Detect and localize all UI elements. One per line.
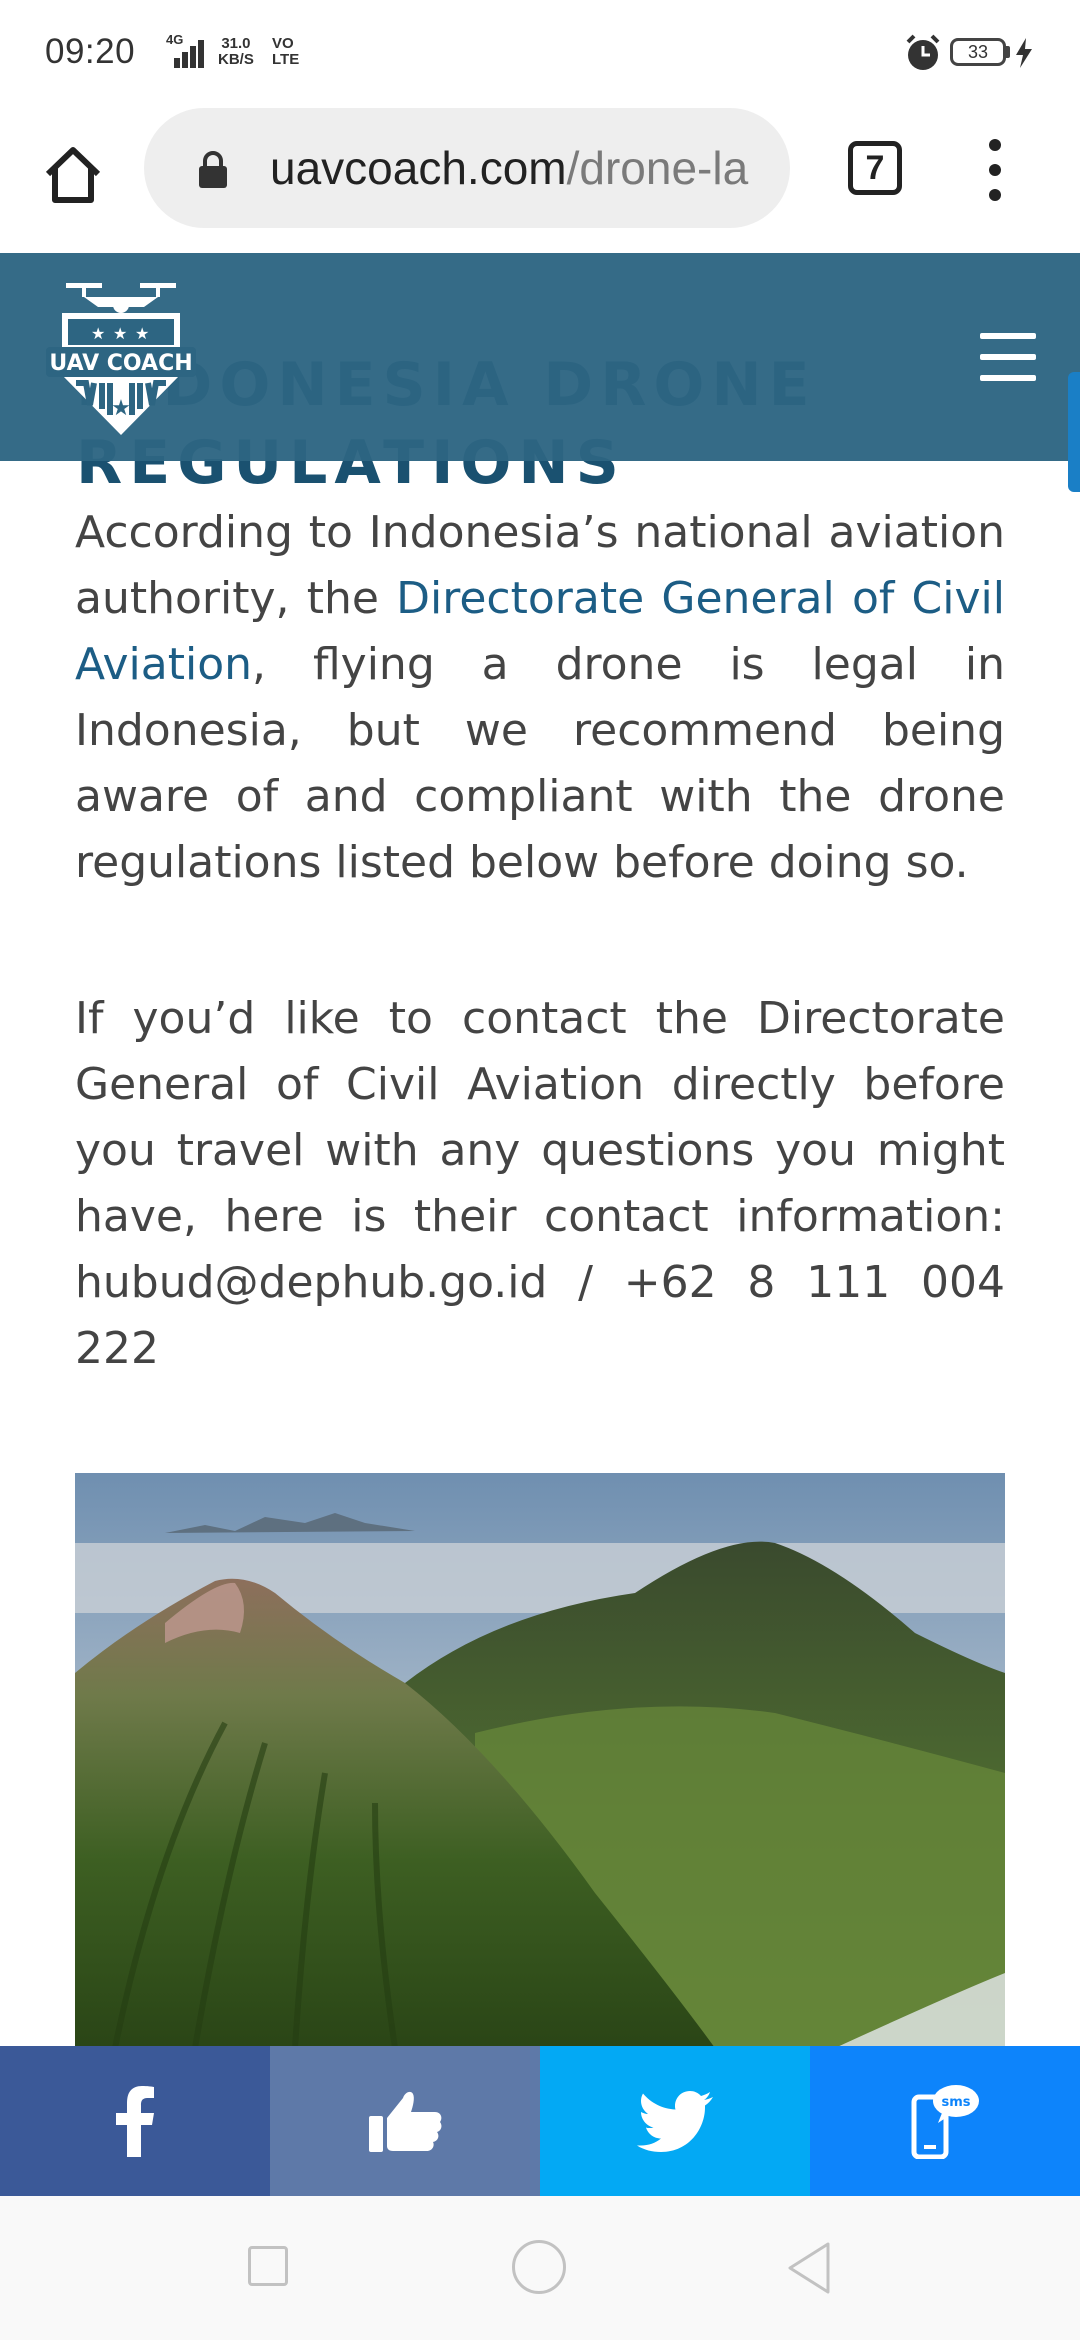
side-edge-tab[interactable] [1068, 372, 1080, 492]
sms-icon: sms [911, 2085, 979, 2159]
twitter-share-button[interactable] [540, 2046, 810, 2196]
volte-indicator: VO LTE [272, 36, 299, 68]
url-domain: uavcoach.com [270, 142, 567, 194]
facebook-share-button[interactable] [0, 2046, 270, 2196]
browser-toolbar: uavcoach.com/drone-la 7 [0, 105, 1080, 253]
svg-text:★: ★ [91, 324, 105, 343]
hamburger-menu-icon[interactable] [980, 333, 1036, 381]
svg-text:★: ★ [113, 324, 127, 343]
charging-icon [1016, 38, 1032, 68]
status-bar: 09:20 4G 31.0 KB/S VO LTE 33 [0, 0, 1080, 105]
uav-coach-logo[interactable]: ★ ★ ★ UAV COACH ★ [46, 275, 196, 450]
tabs-icon[interactable]: 7 [848, 141, 902, 195]
svg-text:★: ★ [135, 324, 149, 343]
twitter-icon [637, 2091, 713, 2152]
back-triangle-icon[interactable] [784, 2240, 834, 2296]
system-nav-bar [0, 2196, 1080, 2340]
svg-text:★: ★ [111, 396, 131, 421]
alarm-icon [906, 34, 940, 70]
address-bar[interactable]: uavcoach.com/drone-la [144, 108, 790, 228]
sms-label: sms [941, 2095, 970, 2110]
home-circle-icon[interactable] [512, 2240, 566, 2294]
site-header: ★ ★ ★ UAV COACH ★ [0, 253, 1080, 461]
network-speed-unit: KB/S [218, 51, 254, 68]
network-type: 4G [166, 32, 184, 47]
volcano-photo [75, 1473, 1005, 2048]
overflow-menu-icon[interactable] [976, 135, 1014, 205]
logo-text: UAV COACH [49, 351, 192, 376]
battery-tip [1006, 46, 1010, 58]
sms-share-button[interactable]: sms [810, 2046, 1080, 2196]
article-body: According to Indonesia’s national aviati… [75, 500, 1005, 1382]
home-icon[interactable] [40, 142, 106, 208]
article-paragraph-2: If you’d like to contact the Directorate… [75, 993, 1005, 1374]
share-bar: sms [0, 2046, 1080, 2196]
battery-icon: 33 [950, 38, 1006, 66]
network-speed-value: 31.0 [221, 35, 251, 52]
facebook-icon [116, 2086, 154, 2157]
like-button[interactable] [270, 2046, 540, 2196]
article-paragraph-1: According to Indonesia’s national aviati… [75, 500, 1005, 896]
volte-line1: VO [272, 35, 294, 52]
lock-icon [199, 151, 227, 188]
network-speed: 31.0 KB/S [218, 36, 254, 68]
url-text: uavcoach.com/drone-la [270, 138, 770, 198]
thumbs-up-icon [369, 2091, 442, 2152]
status-time: 09:20 [45, 32, 136, 71]
volte-line2: LTE [272, 51, 300, 68]
url-path: /drone-la [566, 142, 749, 194]
recent-apps-icon[interactable] [248, 2246, 288, 2286]
